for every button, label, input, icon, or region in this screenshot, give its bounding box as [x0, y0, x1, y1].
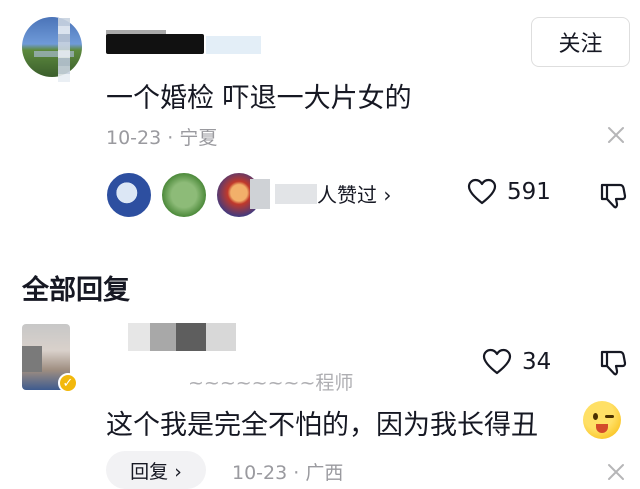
reply-date: 10-23	[232, 462, 288, 484]
reply-meta: 10-23 · 广西	[232, 458, 343, 485]
close-icon[interactable]	[606, 125, 626, 145]
liker-avatar	[160, 171, 208, 219]
comment-like-group[interactable]: 591	[467, 178, 551, 206]
commenter-username-blurred[interactable]	[106, 30, 261, 56]
reply-like-count: 34	[522, 349, 552, 375]
all-replies-title: 全部回复	[22, 275, 130, 306]
wink-emoji	[583, 401, 621, 439]
likers-label[interactable]: 人赞过 ›	[317, 179, 391, 208]
dislike-icon[interactable]	[598, 348, 628, 378]
comment-date: 10-23	[106, 127, 162, 149]
verified-badge-icon: ✓	[58, 373, 78, 393]
reply-user-title: ~~~~~~~~程师	[188, 372, 354, 394]
reply-username-blurred[interactable]	[128, 323, 236, 351]
like-count: 591	[507, 179, 551, 205]
liker-name-blurred	[275, 184, 317, 204]
reply-text: 这个我是完全不怕的，因为我长得丑	[106, 410, 538, 441]
comment-location: 宁夏	[179, 127, 218, 149]
meta-separator: ·	[293, 462, 300, 484]
commenter-avatar[interactable]	[22, 17, 82, 77]
comment-text: 一个婚检 吓退一大片女的	[106, 83, 412, 114]
heart-icon[interactable]	[482, 348, 512, 376]
liker-row[interactable]: 人赞过 ›	[105, 171, 405, 219]
avatar-mosaic	[58, 18, 70, 82]
heart-icon[interactable]	[467, 178, 497, 206]
liker-name-blurred	[250, 179, 270, 209]
dislike-icon[interactable]	[598, 181, 628, 211]
comment-meta: 10-23 · 宁夏	[106, 123, 217, 150]
liker-avatar	[105, 171, 153, 219]
reply-location: 广西	[305, 462, 344, 484]
reply-like-group[interactable]: 34	[482, 348, 551, 376]
meta-separator: ·	[167, 127, 174, 149]
close-icon[interactable]	[606, 462, 626, 482]
reply-button[interactable]: 回复 ›	[106, 451, 206, 489]
follow-button[interactable]: 关注	[531, 17, 630, 67]
